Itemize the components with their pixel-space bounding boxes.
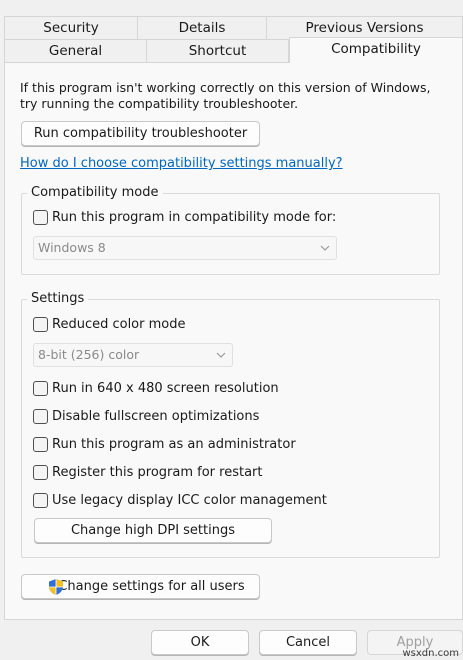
- tab-general[interactable]: General: [4, 39, 147, 63]
- run-admin-checkbox[interactable]: [33, 436, 48, 452]
- compat-os-select: Windows 8: [33, 236, 337, 260]
- compat-mode-row[interactable]: Run this program in compatibility mode f…: [33, 208, 336, 226]
- reduced-color-row[interactable]: Reduced color mode: [33, 315, 185, 333]
- cancel-button[interactable]: Cancel: [259, 630, 357, 655]
- dialog-button-bar: OK Cancel Apply: [0, 620, 463, 660]
- run-troubleshooter-button[interactable]: Run compatibility troubleshooter: [21, 121, 260, 146]
- watermark: wsxdn.com: [402, 648, 459, 659]
- chevron-down-icon: [216, 352, 226, 358]
- settings-group-label: Settings: [27, 291, 89, 306]
- compatibility-mode-label: Compatibility mode: [27, 185, 163, 200]
- register-restart-label: Register this program for restart: [52, 464, 263, 480]
- legacy-icc-row[interactable]: Use legacy display ICC color management: [33, 491, 327, 509]
- disable-fullscreen-row[interactable]: Disable fullscreen optimizations: [33, 407, 259, 425]
- disable-fullscreen-label: Disable fullscreen optimizations: [52, 408, 260, 424]
- compat-mode-checkbox-label: Run this program in compatibility mode f…: [52, 209, 337, 225]
- register-restart-row[interactable]: Register this program for restart: [33, 463, 262, 481]
- color-depth-select: 8-bit (256) color: [33, 343, 233, 367]
- res-640-label: Run in 640 x 480 screen resolution: [52, 380, 279, 396]
- chevron-down-icon: [320, 245, 330, 251]
- change-all-users-button[interactable]: Change settings for all users: [21, 574, 260, 599]
- compatibility-mode-group: Compatibility mode Run this program in c…: [21, 185, 440, 275]
- legacy-icc-checkbox[interactable]: [33, 492, 48, 508]
- register-restart-checkbox[interactable]: [33, 464, 48, 480]
- res-640-row[interactable]: Run in 640 x 480 screen resolution: [33, 379, 279, 397]
- disable-fullscreen-checkbox[interactable]: [33, 408, 48, 424]
- intro-text: If this program isn't working correctly …: [20, 80, 431, 111]
- change-high-dpi-button[interactable]: Change high DPI settings: [34, 518, 272, 543]
- tab-details[interactable]: Details: [137, 16, 267, 40]
- run-admin-label: Run this program as an administrator: [52, 436, 296, 452]
- manual-settings-link[interactable]: How do I choose compatibility settings m…: [20, 156, 343, 171]
- tab-compatibility[interactable]: Compatibility: [289, 37, 463, 63]
- res-640-checkbox[interactable]: [33, 380, 48, 396]
- compat-mode-checkbox[interactable]: [33, 209, 48, 225]
- tab-shortcut[interactable]: Shortcut: [146, 39, 289, 63]
- tab-security[interactable]: Security: [4, 16, 138, 40]
- legacy-icc-label: Use legacy display ICC color management: [52, 492, 327, 508]
- change-all-users-label: Change settings for all users: [58, 579, 245, 594]
- uac-shield-icon: [49, 579, 63, 595]
- run-admin-row[interactable]: Run this program as an administrator: [33, 435, 296, 453]
- color-depth-value: 8-bit (256) color: [38, 347, 140, 362]
- compatibility-panel: If this program isn't working correctly …: [4, 62, 463, 620]
- reduced-color-checkbox[interactable]: [33, 316, 48, 332]
- reduced-color-label: Reduced color mode: [52, 316, 186, 332]
- ok-button[interactable]: OK: [151, 630, 249, 655]
- compat-os-value: Windows 8: [38, 240, 106, 255]
- settings-group: Settings Reduced color mode 8-bit (256) …: [21, 291, 440, 558]
